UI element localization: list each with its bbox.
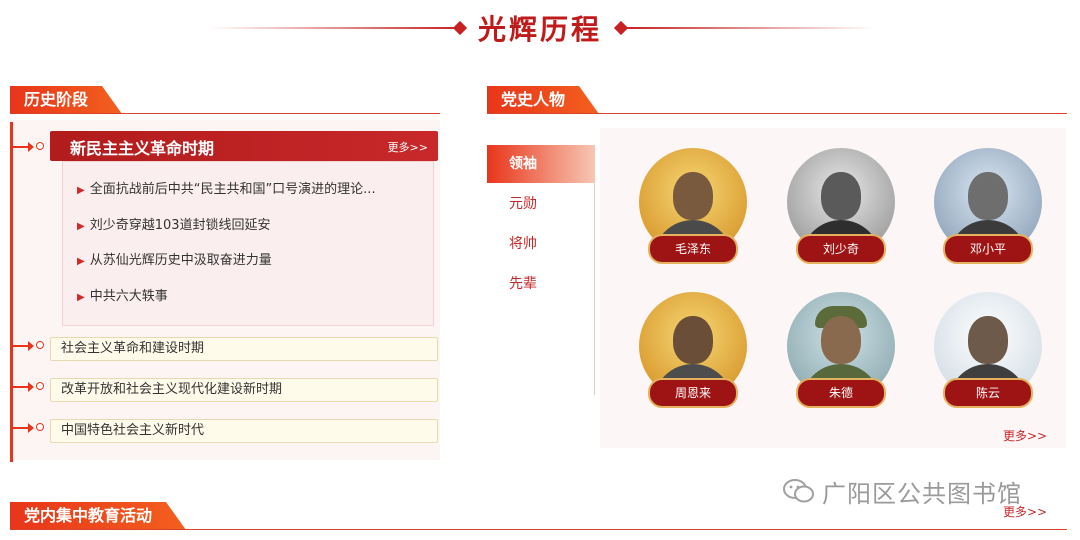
- banner-rule-left: [210, 27, 460, 29]
- period-title: 新民主主义革命时期: [70, 139, 215, 158]
- period-active[interactable]: 新民主主义革命时期 更多>>: [50, 131, 438, 161]
- person-name: 朱德: [796, 378, 886, 408]
- timeline-bar: [10, 122, 13, 462]
- person-card[interactable]: 朱德: [786, 292, 896, 414]
- category-leaders[interactable]: 领袖: [487, 145, 595, 183]
- section-header-people: 党史人物: [487, 86, 1067, 114]
- person-name: 刘少奇: [796, 234, 886, 264]
- timeline-node: [10, 141, 46, 153]
- triangle-bullet-icon: ▶: [77, 292, 85, 303]
- period-new-era[interactable]: 中国特色社会主义新时代: [50, 419, 438, 443]
- section-tab-people[interactable]: 党史人物: [487, 86, 599, 114]
- section-rule: [10, 529, 1067, 530]
- person-card[interactable]: 陈云: [933, 292, 1043, 414]
- more-link[interactable]: 更多>>: [388, 139, 428, 155]
- wechat-icon: [783, 479, 814, 503]
- period-socialist-construction[interactable]: 社会主义革命和建设时期: [50, 337, 438, 361]
- triangle-bullet-icon: ▶: [77, 256, 85, 267]
- triangle-bullet-icon: ▶: [77, 185, 85, 196]
- timeline-node: [10, 381, 46, 393]
- period-reform-opening[interactable]: 改革开放和社会主义现代化建设新时期: [50, 378, 438, 402]
- page-title: 光辉历程: [477, 13, 602, 46]
- person-name: 邓小平: [943, 234, 1033, 264]
- period-article-list: ▶ 全面抗战前后中共“民主共和国”口号演进的理论... ▶ 刘少奇穿越103道封锁线…: [62, 161, 434, 326]
- person-name: 周恩来: [648, 378, 738, 408]
- article-link[interactable]: ▶ 中共六大轶事: [77, 285, 168, 304]
- person-name: 毛泽东: [648, 234, 738, 264]
- watermark-text: 广阳区公共图书馆: [822, 480, 1022, 508]
- person-card[interactable]: 毛泽东: [638, 148, 748, 270]
- section-header-history: 历史阶段: [10, 86, 440, 114]
- timeline-node: [10, 422, 46, 434]
- person-card[interactable]: 刘少奇: [786, 148, 896, 270]
- section-rule: [487, 113, 1067, 114]
- category-predecessors[interactable]: 先辈: [487, 265, 595, 303]
- banner-rule-right: [625, 27, 875, 29]
- section-tab-education[interactable]: 党内集中教育活动: [10, 502, 186, 530]
- triangle-bullet-icon: ▶: [77, 221, 85, 232]
- person-card[interactable]: 周恩来: [638, 292, 748, 414]
- page-banner: 光辉历程: [0, 0, 1080, 58]
- category-list: 领袖 元勋 将帅 先辈: [487, 145, 595, 395]
- people-more-link[interactable]: 更多>>: [1003, 427, 1047, 444]
- category-founders[interactable]: 元勋: [487, 185, 595, 223]
- section-rule: [10, 113, 440, 114]
- diamond-icon: [452, 20, 468, 36]
- section-tab-history[interactable]: 历史阶段: [10, 86, 122, 114]
- article-link[interactable]: ▶ 全面抗战前后中共“民主共和国”口号演进的理论...: [77, 178, 376, 197]
- category-generals[interactable]: 将帅: [487, 225, 595, 263]
- timeline-node: [10, 340, 46, 352]
- person-name: 陈云: [943, 378, 1033, 408]
- article-link[interactable]: ▶ 刘少奇穿越103道封锁线回延安: [77, 214, 271, 233]
- article-link[interactable]: ▶ 从苏仙光辉历史中汲取奋进力量: [77, 249, 272, 268]
- person-card[interactable]: 邓小平: [933, 148, 1043, 270]
